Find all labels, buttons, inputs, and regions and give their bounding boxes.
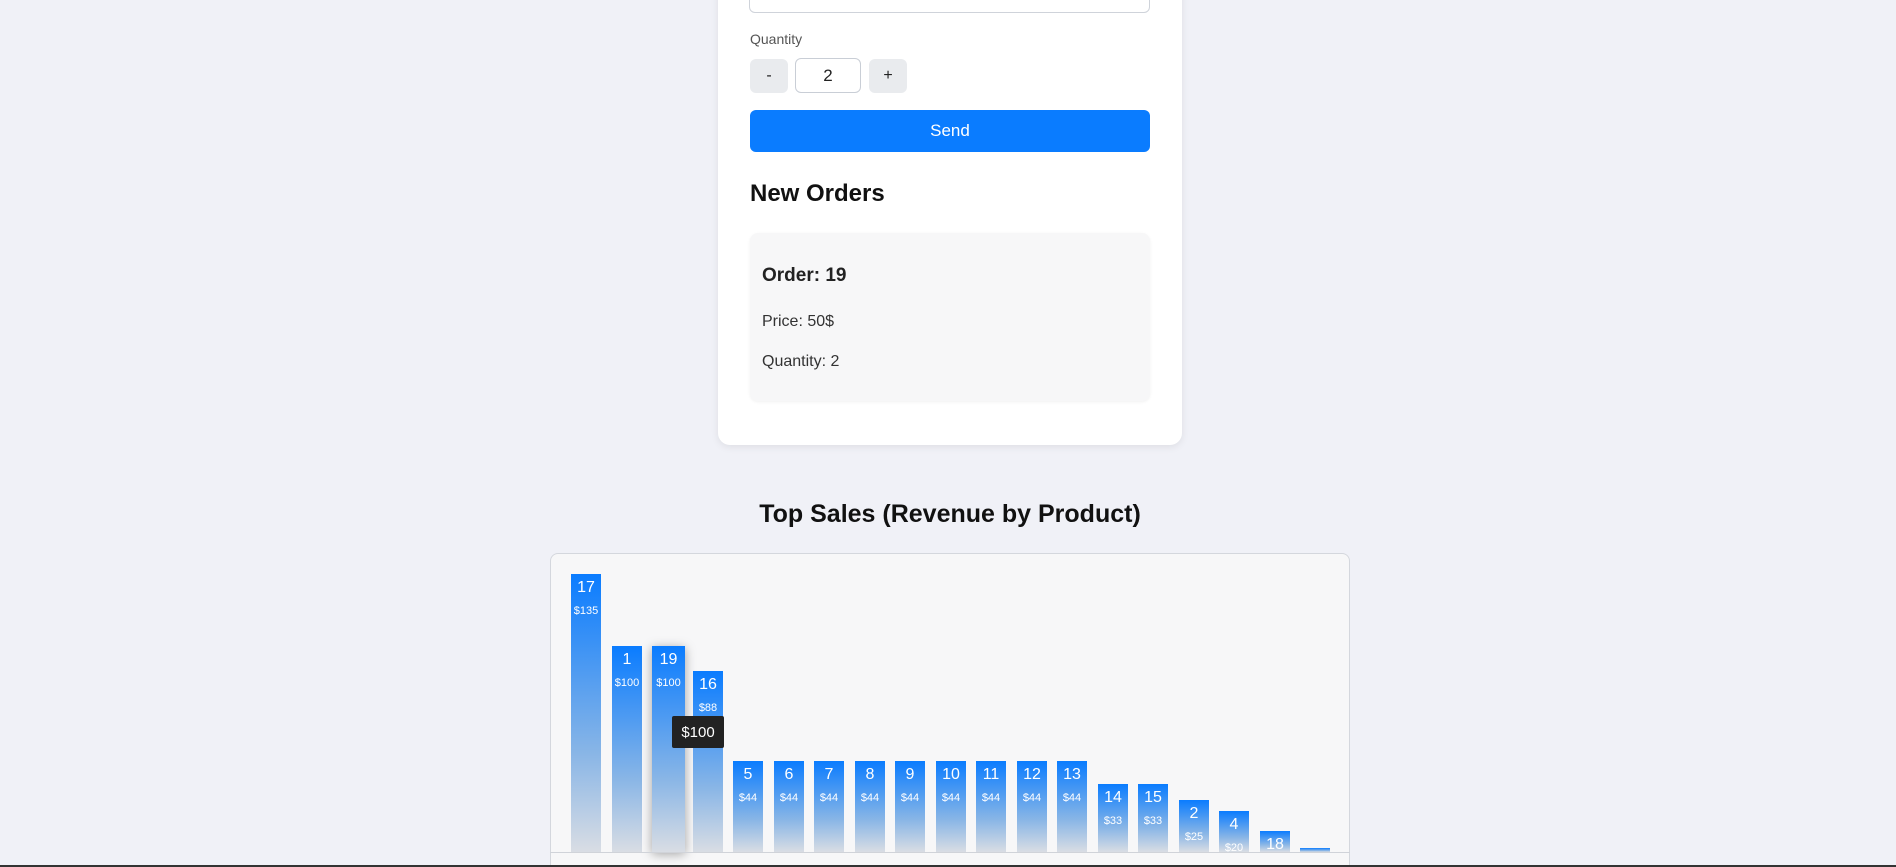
chart-bar[interactable]: 6 $44 bbox=[774, 761, 804, 852]
chart-bar[interactable]: 10 $44 bbox=[936, 761, 966, 852]
chart-bar[interactable]: 4 $20 bbox=[1219, 811, 1249, 852]
bar-label: 14 bbox=[1104, 789, 1122, 806]
bar-label: 2 bbox=[1189, 805, 1199, 822]
bar-label: 5 bbox=[743, 766, 753, 783]
chart-bar[interactable]: 12 $44 bbox=[1017, 761, 1047, 852]
chart-bar[interactable]: 18 bbox=[1260, 831, 1290, 852]
increase-quantity-button[interactable]: + bbox=[869, 59, 907, 93]
chart-bar[interactable]: 14 $33 bbox=[1098, 784, 1128, 852]
new-orders-heading: New Orders bbox=[750, 180, 885, 207]
bar-value-label: $44 bbox=[900, 792, 920, 804]
bar-value-label: $44 bbox=[981, 792, 1001, 804]
bar-value-label: $44 bbox=[738, 792, 758, 804]
bar-value-label: $33 bbox=[1143, 815, 1163, 827]
chart-bar[interactable]: 19 $100 bbox=[652, 646, 685, 852]
order-item: Order: 19 Price: 50$ Quantity: 2 bbox=[750, 233, 1150, 401]
chart-bar[interactable]: 17 $135 bbox=[571, 574, 601, 852]
chart-bar[interactable]: 5 $44 bbox=[733, 761, 763, 852]
chart-bar[interactable]: 2 $25 bbox=[1179, 800, 1209, 852]
bar-value-label: $33 bbox=[1103, 815, 1123, 827]
bar-label: 12 bbox=[1023, 766, 1041, 783]
bar-label: 13 bbox=[1063, 766, 1081, 783]
bar-label: 6 bbox=[784, 766, 794, 783]
bar-label: 16 bbox=[699, 676, 717, 693]
bar-value-label: $100 bbox=[656, 677, 681, 689]
bar-label: 11 bbox=[982, 766, 1000, 783]
order-price: Price: 50$ bbox=[762, 313, 835, 330]
bar-value-label: $44 bbox=[1062, 792, 1082, 804]
bar-label: 8 bbox=[865, 766, 875, 783]
bar-label: 1 bbox=[622, 651, 632, 668]
order-title: Order: 19 bbox=[762, 265, 847, 286]
bar-value-label: $20 bbox=[1224, 842, 1244, 852]
chart-bar[interactable]: 16 $88 bbox=[693, 671, 723, 852]
decrease-quantity-button[interactable]: - bbox=[750, 59, 788, 93]
chart-bar[interactable]: 9 $44 bbox=[895, 761, 925, 852]
bar-label: 18 bbox=[1266, 836, 1284, 852]
chart-bar[interactable]: 13 $44 bbox=[1057, 761, 1087, 852]
bar-label: 10 bbox=[942, 766, 960, 783]
quantity-input[interactable] bbox=[795, 58, 861, 93]
chart-baseline bbox=[550, 852, 1350, 853]
bar-value-label: $44 bbox=[860, 792, 880, 804]
send-button[interactable]: Send bbox=[750, 110, 1150, 152]
chart-bar[interactable]: 11 $44 bbox=[976, 761, 1006, 852]
bar-label: 19 bbox=[659, 651, 678, 668]
chart-bar[interactable]: 1 $100 bbox=[612, 646, 642, 852]
bar-value-label: $44 bbox=[819, 792, 839, 804]
bar-value-label: $100 bbox=[614, 677, 640, 689]
bar-value-label: $44 bbox=[1022, 792, 1042, 804]
order-quantity: Quantity: 2 bbox=[762, 353, 840, 370]
bar-value-label: $135 bbox=[573, 605, 599, 617]
chart-bar[interactable]: 7 $44 bbox=[814, 761, 844, 852]
bar-value-label: $44 bbox=[941, 792, 961, 804]
bar-label: 4 bbox=[1229, 816, 1239, 833]
bar-value-label: $88 bbox=[698, 702, 718, 714]
bar-value-label: $25 bbox=[1184, 831, 1204, 843]
product-input[interactable] bbox=[749, 0, 1150, 13]
bar-value-label: $44 bbox=[779, 792, 799, 804]
chart-bar[interactable]: 8 $44 bbox=[855, 761, 885, 852]
quantity-label: Quantity bbox=[750, 31, 803, 47]
chart-title: Top Sales (Revenue by Product) bbox=[759, 500, 1141, 528]
bar-label: 15 bbox=[1144, 789, 1162, 806]
chart-bar[interactable]: 15 $33 bbox=[1138, 784, 1168, 852]
bar-label: 7 bbox=[824, 766, 834, 783]
chart-tooltip: $100 bbox=[672, 716, 724, 748]
bar-label: 17 bbox=[577, 579, 595, 596]
bar-label: 9 bbox=[905, 766, 915, 783]
